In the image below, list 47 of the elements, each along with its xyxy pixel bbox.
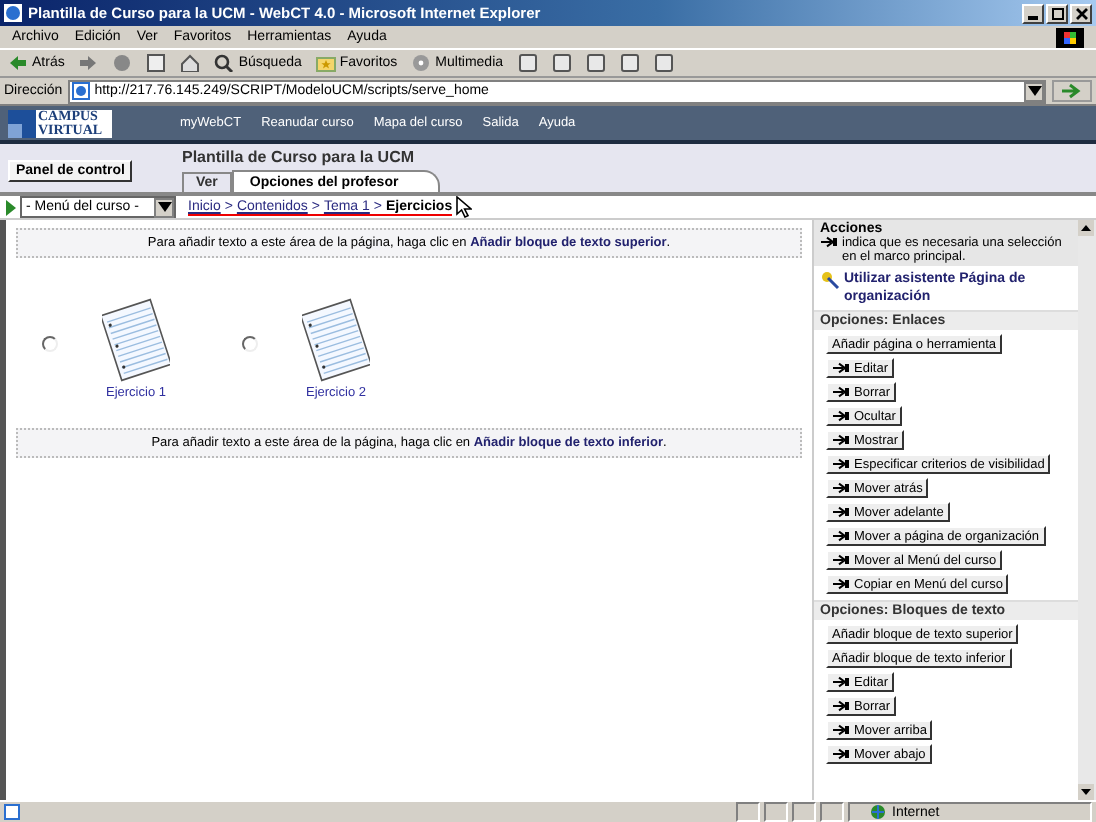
go-button[interactable] xyxy=(1052,80,1092,102)
selection-arrow-icon xyxy=(832,554,850,566)
selection-arrow-icon xyxy=(832,410,850,422)
selection-arrow-icon xyxy=(832,748,850,760)
play-arrow-icon xyxy=(6,199,16,215)
forward-arrow-icon xyxy=(78,54,99,72)
folder-star-icon xyxy=(315,54,336,72)
caret-icon xyxy=(1027,86,1041,96)
selection-arrow-icon xyxy=(832,700,850,712)
browser-icon xyxy=(4,4,22,22)
search-icon xyxy=(214,54,235,72)
status-bar-pane xyxy=(736,802,760,822)
selection-arrow-icon xyxy=(832,506,850,518)
course-title: Plantilla de Curso para la UCM xyxy=(182,146,417,170)
radio-button[interactable] xyxy=(42,335,58,351)
selection-arrow-icon xyxy=(832,530,850,542)
scrollbar[interactable] xyxy=(1078,220,1096,800)
selection-arrow-icon xyxy=(832,676,850,688)
windows-logo-icon xyxy=(1056,27,1084,47)
status-bar-pane xyxy=(764,802,788,822)
globe-icon xyxy=(870,804,886,820)
caret-icon xyxy=(157,202,171,212)
status-bar-pane xyxy=(820,802,844,822)
home-icon xyxy=(180,54,201,72)
go-arrow-icon xyxy=(1060,82,1084,100)
selection-arrow-icon xyxy=(832,434,850,446)
minimize-icon xyxy=(1028,15,1038,19)
selection-arrow-icon xyxy=(832,724,850,736)
status-bar-pane xyxy=(792,802,816,822)
close-icon xyxy=(1073,5,1089,21)
selection-arrow-icon xyxy=(832,386,850,398)
magic-wand-icon xyxy=(820,270,840,290)
selection-arrow-icon xyxy=(820,236,838,248)
selection-arrow-icon xyxy=(832,482,850,494)
home-button[interactable] xyxy=(176,51,205,75)
radio-button[interactable] xyxy=(242,335,258,351)
close-button[interactable] xyxy=(1070,3,1092,23)
blocks-icon xyxy=(8,109,36,137)
minimize-button[interactable] xyxy=(1022,3,1044,23)
maximize-icon xyxy=(1049,5,1065,21)
selection-arrow-icon xyxy=(832,362,850,374)
back-arrow-icon xyxy=(8,54,28,72)
selection-arrow-icon xyxy=(832,578,850,590)
selection-arrow-icon xyxy=(832,458,850,470)
maximize-button[interactable] xyxy=(1046,3,1068,23)
scroll-down-icon xyxy=(1078,784,1094,800)
page-icon xyxy=(72,82,91,100)
